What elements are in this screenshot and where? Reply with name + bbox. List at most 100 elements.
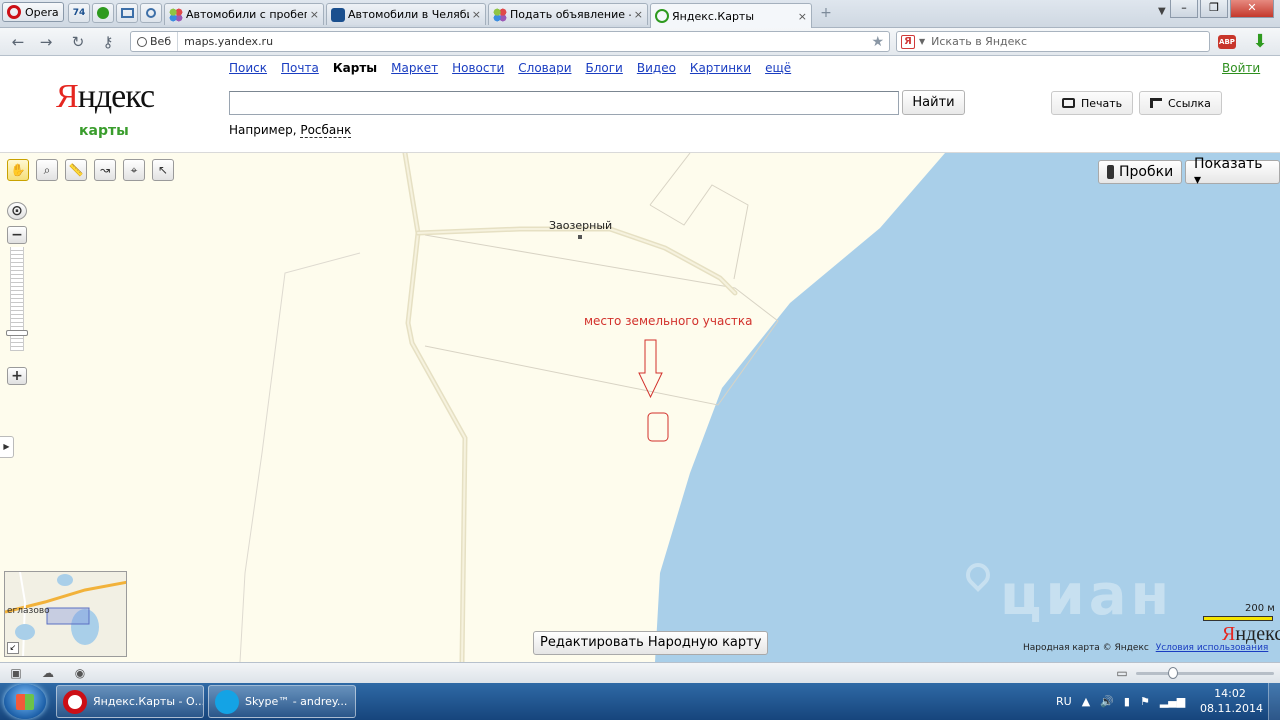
windows-taskbar: Яндекс.Карты - О... Skype™ - andrey... R… xyxy=(0,683,1280,720)
service-link-dictionaries[interactable]: Словари xyxy=(518,61,571,75)
new-tab-plus-icon[interactable]: + xyxy=(817,5,835,21)
search-engine-dropdown-icon[interactable]: ▼ xyxy=(919,37,925,46)
expand-panel-chevron-icon[interactable]: ▶ xyxy=(0,436,14,458)
expand-tray-icon[interactable]: ▲ xyxy=(1082,695,1090,708)
service-name[interactable]: карты xyxy=(79,123,129,139)
minimize-icon[interactable]: – xyxy=(1170,0,1198,18)
tab-avtomobili-chelyabinsk[interactable]: Автомобили в Челяби... × xyxy=(326,3,486,25)
tab-avtomobili-probeg[interactable]: Автомобили с пробег... × xyxy=(164,3,324,25)
zoom-slider-thumb[interactable] xyxy=(1168,667,1178,679)
address-field[interactable]: Веб maps.yandex.ru ★ xyxy=(130,31,890,52)
service-link-news[interactable]: Новости xyxy=(452,61,504,75)
info-pointer-tool-icon[interactable]: ↖ xyxy=(152,159,174,181)
view-icon[interactable]: ▭ xyxy=(1114,666,1130,680)
show-layers-dropdown[interactable]: Показать ▾ xyxy=(1185,156,1280,188)
tab-title: Автомобили в Челяби... xyxy=(348,8,469,21)
tab-close-icon[interactable]: × xyxy=(634,8,643,21)
back-arrow-icon[interactable]: ← xyxy=(8,33,28,51)
tab-close-icon[interactable]: × xyxy=(798,10,807,23)
hand-tool-icon[interactable]: ✋ xyxy=(7,159,29,181)
signal-icon[interactable]: ▂▄▆ xyxy=(1160,695,1185,708)
service-link-images[interactable]: Картинки xyxy=(690,61,751,75)
address-toolbar: ← → ↻ ⚷ Веб maps.yandex.ru ★ Я ▼ Искать … xyxy=(0,28,1280,56)
zoom-slider-track[interactable] xyxy=(1136,672,1274,675)
pinned-tab-label: 74 xyxy=(72,8,86,18)
traffic-light-icon xyxy=(1107,165,1114,179)
forward-arrow-icon[interactable]: → xyxy=(36,33,56,51)
find-button[interactable]: Найти xyxy=(902,90,965,115)
link-button[interactable]: Ссылка xyxy=(1139,91,1222,115)
volume-icon[interactable]: 🔊 xyxy=(1100,695,1114,708)
download-arrow-icon[interactable]: ⬇ xyxy=(1251,32,1269,51)
tab-close-icon[interactable]: × xyxy=(472,8,481,21)
system-clock[interactable]: 14:02 08.11.2014 xyxy=(1200,686,1263,716)
opera-logo-icon xyxy=(7,5,21,19)
map-logo-first-letter: Я xyxy=(1222,623,1236,645)
browser-search-field[interactable]: Я ▼ Искать в Яндекс xyxy=(896,31,1210,52)
network-warning-icon[interactable]: ⚑ xyxy=(1140,695,1150,708)
reload-icon[interactable]: ↻ xyxy=(68,33,88,51)
locate-icon[interactable]: ⊙ xyxy=(7,202,27,220)
yandex-logo[interactable]: Яндекс xyxy=(56,78,155,116)
taskbar-item-skype[interactable]: Skype™ - andrey... xyxy=(208,685,356,718)
service-link-market[interactable]: Маркет xyxy=(391,61,438,75)
url-text[interactable]: maps.yandex.ru xyxy=(178,35,871,48)
turbo-icon[interactable]: ◉ xyxy=(72,666,88,680)
map-canvas[interactable]: ✋ ⌕ 📏 ↝ ⌖ ↖ ⊙ − + ▶ Пробки Показать ▾ За… xyxy=(0,153,1280,662)
pinned-tab-monitor[interactable] xyxy=(116,3,138,23)
pinned-tab-speed-dial[interactable] xyxy=(92,3,114,23)
service-link-blogs[interactable]: Блоги xyxy=(586,61,623,75)
restore-icon[interactable]: ❐ xyxy=(1200,0,1228,18)
taskbar-item-opera[interactable]: Яндекс.Карты - О... xyxy=(56,685,204,718)
zoom-out-icon[interactable]: − xyxy=(7,226,27,244)
example-link[interactable]: Росбанк xyxy=(300,123,352,138)
yandex-header: Яндекс карты Поиск Почта Карты Маркет Но… xyxy=(0,56,1280,153)
service-link-mail[interactable]: Почта xyxy=(281,61,319,75)
clock-date: 08.11.2014 xyxy=(1200,702,1263,715)
link-button-label: Ссылка xyxy=(1168,96,1211,110)
language-indicator[interactable]: RU xyxy=(1056,695,1072,708)
key-icon[interactable]: ⚷ xyxy=(98,33,118,51)
terms-link[interactable]: Условия использования xyxy=(1156,643,1269,653)
add-placemark-tool-icon[interactable]: ⌖ xyxy=(123,159,145,181)
service-link-video[interactable]: Видео xyxy=(637,61,676,75)
ruler-tool-icon[interactable]: 📏 xyxy=(65,159,87,181)
copyright-text: Народная карта © Яндекс xyxy=(1023,643,1149,653)
adblock-icon[interactable]: ABP xyxy=(1218,35,1236,49)
settlement-marker xyxy=(578,235,582,239)
zoom-in-icon[interactable]: + xyxy=(7,367,27,385)
show-desktop-button[interactable] xyxy=(1268,683,1280,720)
pinned-tab-search[interactable] xyxy=(140,3,162,23)
site-74-icon xyxy=(331,7,345,22)
bookmark-star-icon[interactable]: ★ xyxy=(871,34,889,50)
print-button[interactable]: Печать xyxy=(1051,91,1134,115)
lake-water xyxy=(655,153,1280,662)
zoom-area-tool-icon[interactable]: ⌕ xyxy=(36,159,58,181)
tab-close-icon[interactable]: × xyxy=(310,8,319,21)
edit-people-map-button[interactable]: Редактировать Народную карту xyxy=(533,631,769,655)
login-link[interactable]: Войти xyxy=(1222,61,1260,75)
traffic-button[interactable]: Пробки xyxy=(1098,160,1183,184)
minimap-collapse-icon[interactable]: ↙ xyxy=(7,642,19,654)
web-badge[interactable]: Веб xyxy=(131,32,179,51)
tab-podat-obyavlenie[interactable]: Подать объявление —... × xyxy=(488,3,648,25)
tab-title: Яндекс.Карты xyxy=(672,9,755,23)
pinned-tab-74[interactable]: 74 xyxy=(68,3,90,23)
close-window-icon[interactable]: ✕ xyxy=(1230,0,1274,18)
monitor-icon xyxy=(120,8,134,18)
map-search-input[interactable] xyxy=(229,91,899,115)
overview-minimap[interactable]: еглазово ↙ xyxy=(4,571,127,657)
panel-toggle-icon[interactable]: ▣ xyxy=(8,666,24,680)
service-link-more[interactable]: ещё xyxy=(765,61,791,75)
scale-bar xyxy=(1203,616,1273,621)
battery-icon[interactable]: ▮ xyxy=(1124,695,1130,708)
route-tool-icon[interactable]: ↝ xyxy=(94,159,116,181)
opera-menu-button[interactable]: Opera xyxy=(2,2,64,22)
tab-menu-chevron-icon[interactable]: ▼ xyxy=(1158,6,1166,17)
service-link-search[interactable]: Поиск xyxy=(229,61,267,75)
avito-icon xyxy=(169,7,183,22)
opera-unite-cloud-icon[interactable]: ☁ xyxy=(40,666,56,680)
tab-yandex-maps[interactable]: Яндекс.Карты × xyxy=(650,3,812,28)
zoom-slider-handle[interactable] xyxy=(6,330,28,336)
start-button[interactable] xyxy=(4,684,46,719)
